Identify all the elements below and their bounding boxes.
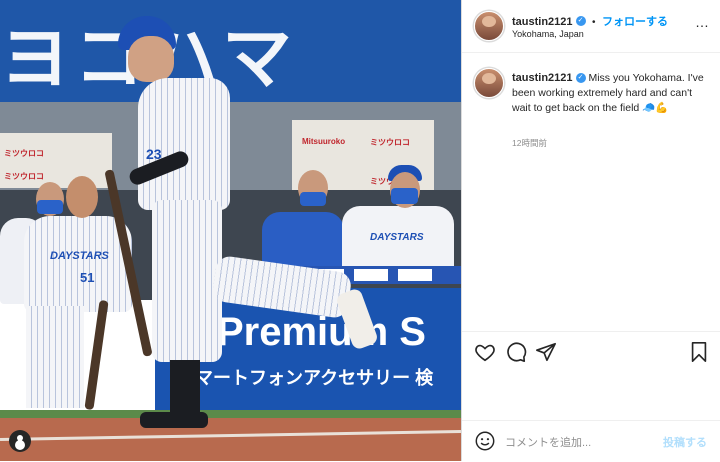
post-photo[interactable]: ヨコハマ ミツウロコ ミツウロコ Mitsuuroko ミツウロコ ミツウロコ … <box>0 0 461 461</box>
rail-tag <box>398 269 432 281</box>
save-bookmark-icon[interactable] <box>688 341 710 363</box>
post-caption: taustin2121 ✓ Miss you Yokohama. I've bee… <box>512 71 710 116</box>
jersey-number: 51 <box>80 270 95 285</box>
main-player-head <box>128 36 174 82</box>
post-timestamp[interactable]: 12時間前 <box>512 137 547 149</box>
post-header: taustin2121 ✓ • フォローする Yokohama, Japan … <box>462 0 720 53</box>
main-player-front-leg <box>152 200 222 362</box>
share-paper-plane-icon[interactable] <box>535 341 557 363</box>
ad-subline: マートフォンアクセサリー 検 <box>195 368 434 388</box>
sponsor-text: ミツウロコ <box>370 138 410 147</box>
rail-tag <box>354 269 388 281</box>
verified-badge-icon: ✓ <box>575 73 586 84</box>
jersey-team: DAYSTARS <box>50 250 109 262</box>
caption-username[interactable]: taustin2121 <box>512 72 573 84</box>
comment-bubble-icon[interactable] <box>505 341 527 363</box>
follow-button[interactable]: フォローする <box>602 16 668 28</box>
post-comment-button[interactable]: 投稿する <box>663 434 707 450</box>
jersey-team: DAYSTARS <box>370 232 424 243</box>
sponsor-text: ミツウロコ <box>4 149 44 158</box>
sponsor-text: ミツウロコ <box>4 172 44 181</box>
action-bar <box>462 331 720 372</box>
sponsor-text: Mitsuuroko <box>302 137 346 146</box>
left-player-legs <box>26 306 84 408</box>
instagram-post: ヨコハマ ミツウロコ ミツウロコ Mitsuuroko ミツウロコ ミツウロコ … <box>0 0 720 461</box>
post-location[interactable]: Yokohama, Japan <box>512 29 584 39</box>
comment-bar: コメントを追加... 投稿する <box>462 420 720 462</box>
ad-headline: Premium S <box>217 310 426 354</box>
left-player-bat <box>84 299 109 411</box>
author-username[interactable]: taustin2121 <box>512 16 573 28</box>
author-avatar[interactable] <box>474 11 504 41</box>
more-options-icon[interactable]: … <box>695 14 710 30</box>
like-heart-icon[interactable] <box>474 341 496 363</box>
post-side-panel: taustin2121 ✓ • フォローする Yokohama, Japan … … <box>461 0 720 461</box>
user-tag-icon[interactable] <box>9 430 31 452</box>
left-player-head <box>66 176 98 218</box>
face-mask <box>37 200 63 214</box>
left-player-body <box>24 216 132 312</box>
grass-edge <box>0 410 461 418</box>
main-player-shoe <box>140 412 208 428</box>
comment-input[interactable]: コメントを追加... <box>505 434 591 450</box>
main-player-sock <box>170 360 200 416</box>
stadium-upper-wall: ヨコハマ <box>0 0 461 102</box>
emoji-icon[interactable] <box>474 430 496 452</box>
main-player-torso <box>138 78 230 210</box>
caption-avatar[interactable] <box>474 68 504 98</box>
verified-badge-icon: ✓ <box>575 15 586 26</box>
face-mask <box>300 192 326 206</box>
header-line: taustin2121 ✓ • フォローする <box>512 12 668 30</box>
face-mask <box>391 188 418 204</box>
separator: • <box>591 17 596 28</box>
sponsor-board-left: ミツウロコ ミツウロコ <box>0 133 112 188</box>
